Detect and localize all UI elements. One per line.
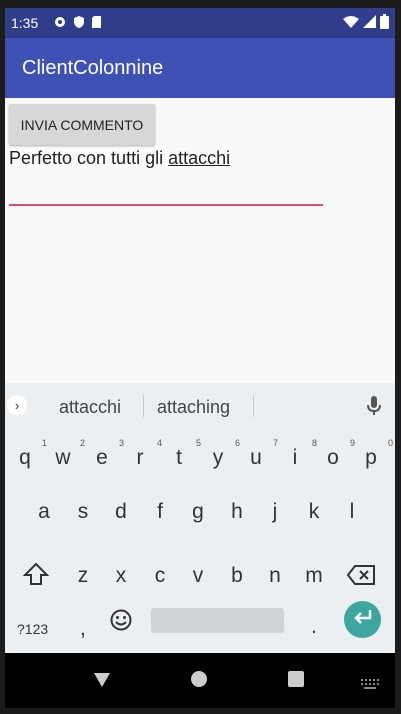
status-icons-right: [343, 14, 389, 34]
key-r-hint: 4: [156, 438, 162, 448]
key-comma[interactable]: ,: [80, 617, 86, 641]
suggestion-divider: [253, 395, 254, 417]
key-period[interactable]: .: [311, 615, 317, 639]
space-bar[interactable]: [151, 608, 284, 633]
shift-icon[interactable]: [22, 562, 50, 592]
comment-text-prefix: Perfetto con tutti gli: [9, 148, 169, 168]
key-y-label: y: [212, 446, 224, 469]
comment-input[interactable]: Perfetto con tutti gli attacchi: [9, 146, 323, 206]
key-s[interactable]: s: [69, 500, 97, 524]
key-w-label: w: [55, 446, 71, 469]
key-w-hint: 2: [79, 438, 85, 448]
key-a[interactable]: a: [30, 500, 58, 524]
status-icons-left: [53, 15, 102, 32]
key-h[interactable]: h: [223, 500, 251, 524]
emoji-icon[interactable]: [110, 609, 132, 637]
key-z[interactable]: z: [69, 564, 97, 588]
send-comment-button[interactable]: INVIA COMMENTO: [9, 104, 155, 145]
recents-icon[interactable]: [288, 671, 304, 692]
key-e[interactable]: e3: [88, 438, 124, 470]
enter-key[interactable]: [344, 601, 381, 638]
key-q-hint: 1: [41, 438, 47, 448]
key-x[interactable]: x: [107, 564, 135, 588]
key-q[interactable]: q1: [11, 438, 47, 470]
key-y-hint: 6: [234, 438, 240, 448]
gear-icon: [53, 15, 67, 32]
home-icon[interactable]: [191, 671, 207, 692]
key-p-label: p: [365, 446, 377, 469]
key-i[interactable]: i8: [281, 438, 317, 470]
chevron-right-icon[interactable]: ›: [7, 395, 27, 415]
signal-icon: [363, 15, 376, 33]
key-u-hint: 7: [272, 438, 278, 448]
key-t[interactable]: t5: [165, 438, 201, 470]
key-f[interactable]: f: [146, 500, 174, 524]
keyboard: › attacchi attaching q1 w2 e3 r4 t5 y6 u…: [5, 383, 395, 653]
key-m[interactable]: m: [300, 564, 328, 588]
keyboard-switch-icon[interactable]: [361, 676, 379, 694]
sd-card-icon: [91, 15, 102, 32]
microphone-icon[interactable]: [367, 396, 381, 421]
key-n[interactable]: n: [261, 564, 289, 588]
device-screen: 1:35 ClientColonnine INVIA COMMENTO Perf…: [5, 8, 395, 708]
key-j[interactable]: j: [261, 500, 289, 524]
comment-text: Perfetto con tutti gli attacchi: [9, 148, 230, 169]
key-i-label: i: [292, 446, 298, 469]
suggestion-divider: [143, 395, 144, 417]
shield-icon: [73, 15, 85, 32]
battery-icon: [380, 14, 389, 34]
suggestion-strip: › attacchi attaching: [5, 383, 395, 429]
navigation-bar: [5, 653, 395, 708]
status-bar: 1:35: [5, 8, 395, 38]
key-u-label: u: [250, 446, 262, 469]
backspace-icon[interactable]: [346, 565, 375, 591]
comment-text-underlined: attacchi: [168, 148, 231, 168]
suggestion-2[interactable]: attaching: [157, 397, 230, 418]
status-time: 1:35: [11, 15, 39, 31]
key-t-label: t: [176, 446, 182, 469]
key-v[interactable]: v: [184, 564, 212, 588]
key-g[interactable]: g: [184, 500, 212, 524]
app-title: ClientColonnine: [22, 57, 164, 79]
key-t-hint: 5: [195, 438, 201, 448]
back-icon[interactable]: [93, 671, 111, 694]
key-r-label: r: [136, 446, 144, 469]
key-o-label: o: [327, 446, 339, 469]
key-e-hint: 3: [118, 438, 124, 448]
key-c[interactable]: c: [146, 564, 174, 588]
key-o[interactable]: o9: [319, 438, 355, 470]
key-k[interactable]: k: [300, 500, 328, 524]
key-u[interactable]: u7: [242, 438, 278, 470]
key-r[interactable]: r4: [126, 438, 163, 470]
key-e-label: e: [96, 446, 108, 469]
key-l[interactable]: l: [338, 500, 366, 524]
suggestion-1[interactable]: attacchi: [59, 397, 121, 418]
key-p[interactable]: p0: [357, 438, 393, 470]
main-content: INVIA COMMENTO Perfetto con tutti gli at…: [5, 98, 395, 383]
key-p-hint: 0: [387, 438, 393, 448]
app-bar: ClientColonnine: [5, 38, 395, 98]
key-d[interactable]: d: [107, 500, 135, 524]
wifi-icon: [343, 15, 359, 34]
key-b[interactable]: b: [223, 564, 251, 588]
key-o-hint: 9: [349, 438, 355, 448]
key-q-label: q: [19, 446, 31, 469]
symbols-key[interactable]: ?123: [17, 621, 48, 637]
key-i-hint: 8: [311, 438, 317, 448]
enter-icon: [353, 609, 373, 630]
key-y[interactable]: y6: [204, 438, 240, 470]
key-w[interactable]: w2: [49, 438, 85, 470]
